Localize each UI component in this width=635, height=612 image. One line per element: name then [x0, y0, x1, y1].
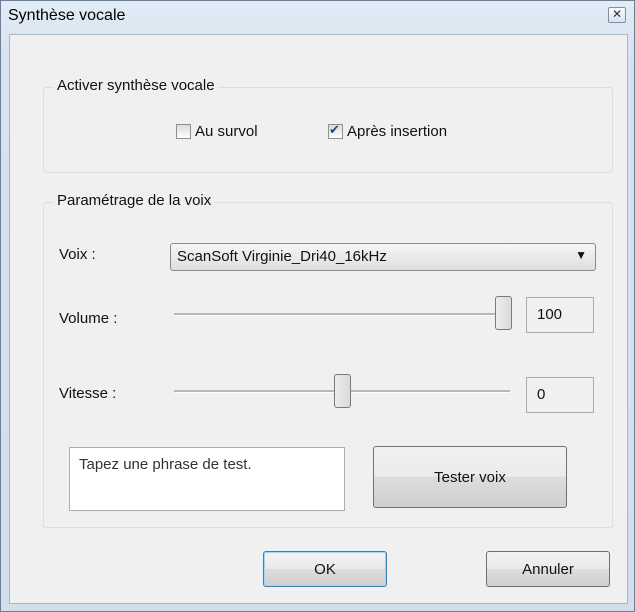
test-phrase-placeholder: Tapez une phrase de test. [79, 456, 252, 473]
after-insertion-checkbox-box[interactable] [328, 122, 343, 139]
speed-value-box: 0 [526, 377, 594, 413]
cancel-button[interactable]: Annuler [486, 551, 610, 587]
dropdown-arrow-icon: ▼ [575, 248, 587, 262]
ok-button[interactable]: OK [263, 551, 387, 587]
cancel-button-label: Annuler [522, 560, 574, 578]
volume-value: 100 [537, 306, 563, 323]
ok-button-label: OK [314, 560, 336, 578]
test-phrase-input[interactable]: Tapez une phrase de test. [69, 447, 345, 511]
speed-label: Vitesse : [59, 385, 117, 402]
window-title: Synthèse vocale [8, 7, 126, 24]
volume-slider-track[interactable] [174, 313, 510, 316]
voice-select[interactable]: ScanSoft Virginie_Dri40_16kHz ▼ [170, 243, 596, 271]
hover-checkbox[interactable]: Au survol [176, 123, 258, 140]
volume-slider-thumb[interactable] [495, 296, 512, 330]
volume-label: Volume : [59, 310, 118, 327]
voice-settings-group-title: Paramétrage de la voix [54, 192, 215, 209]
volume-value-box: 100 [526, 297, 594, 333]
voice-select-value: ScanSoft Virginie_Dri40_16kHz [177, 248, 387, 265]
speech-dialog: Synthèse vocale ✕ Activer synthèse vocal… [0, 0, 635, 612]
hover-checkbox-label: Au survol [195, 123, 258, 140]
hover-checkbox-box[interactable] [176, 124, 191, 139]
speed-value: 0 [537, 386, 546, 403]
voice-label: Voix : [59, 246, 96, 263]
dialog-body: Activer synthèse vocale Au survol Après … [9, 34, 628, 604]
close-button[interactable]: ✕ [608, 7, 626, 23]
title-bar[interactable]: Synthèse vocale ✕ [1, 1, 634, 31]
test-voice-button[interactable]: Tester voix [373, 446, 567, 508]
activate-speech-group-title: Activer synthèse vocale [54, 77, 218, 94]
after-insertion-checkbox-label: Après insertion [347, 123, 448, 140]
after-insertion-checkbox[interactable]: Après insertion [328, 122, 448, 140]
speed-slider-thumb[interactable] [334, 374, 351, 408]
close-icon: ✕ [611, 7, 623, 21]
test-voice-button-label: Tester voix [434, 468, 506, 486]
